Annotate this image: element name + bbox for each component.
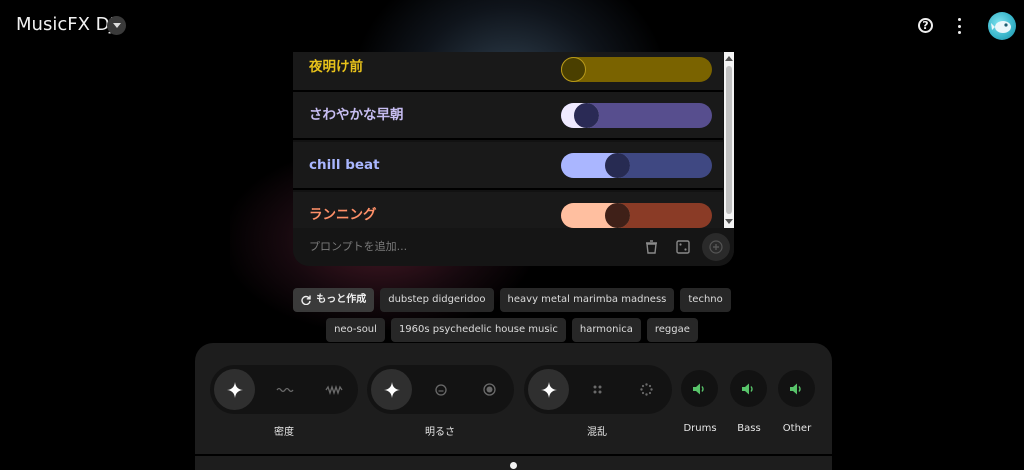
brightness-option-dim[interactable] <box>420 369 461 410</box>
playhead-dot[interactable] <box>510 462 517 469</box>
other-label: Other <box>782 423 812 434</box>
prompt-panel: 夜明け前 さわやかな早朝 chill beat ランニング プロンプトを追加... <box>293 52 734 266</box>
more-suggestions-label: もっと作成 <box>316 294 367 305</box>
volume-icon <box>789 383 801 394</box>
slider-thumb[interactable] <box>573 102 599 128</box>
other-volume-button[interactable] <box>778 370 815 407</box>
suggestion-chip[interactable]: harmonica <box>571 318 641 342</box>
chevron-down-icon <box>112 23 121 28</box>
suggestion-chip[interactable]: neo-soul <box>326 318 385 342</box>
add-prompt-input[interactable]: プロンプトを追加... <box>309 228 407 266</box>
trash-icon[interactable] <box>645 240 658 254</box>
density-option-sparkle[interactable] <box>214 369 255 410</box>
sparkle-icon <box>226 381 243 398</box>
prompt-label[interactable]: さわやかな早朝 <box>309 92 404 138</box>
help-icon[interactable]: ? <box>918 18 933 33</box>
suggestion-chip[interactable]: dubstep didgeridoo <box>380 288 494 312</box>
prompt-weight-slider[interactable] <box>561 202 712 228</box>
squiggle-icon <box>324 384 343 395</box>
scroll-up-arrow-icon[interactable] <box>725 56 733 61</box>
drums-volume-button[interactable] <box>681 370 718 407</box>
title-dropdown-button[interactable] <box>107 16 126 35</box>
prompt-label[interactable]: chill beat <box>309 142 380 188</box>
add-prompt-button[interactable] <box>702 233 730 261</box>
suggestion-chips-row-2: neo-soul 1960s psychedelic house music har… <box>0 318 1024 342</box>
brightness-option-bright[interactable] <box>469 369 510 410</box>
controls-panel: 密度 明るさ 混乱 Drums Bass Other <box>195 343 832 470</box>
sparkle-icon <box>540 381 557 398</box>
sparkle-icon <box>383 381 400 398</box>
dice-icon[interactable] <box>676 240 690 254</box>
brightness-option-sparkle[interactable] <box>371 369 412 410</box>
prompt-row: 夜明け前 <box>293 52 723 92</box>
avatar-face-icon <box>991 21 1011 33</box>
prompt-label[interactable]: 夜明け前 <box>309 52 363 90</box>
chaos-label: 混乱 <box>587 427 607 438</box>
prompt-weight-slider[interactable] <box>561 56 712 82</box>
wave-icon <box>275 387 294 392</box>
add-prompt-row: プロンプトを追加... <box>293 228 734 266</box>
brightness-label: 明るさ <box>425 427 455 438</box>
volume-icon <box>741 383 753 394</box>
chaos-selector <box>524 365 672 414</box>
suggestion-chip[interactable]: 1960s psychedelic house music <box>390 318 566 342</box>
target-icon <box>483 383 496 396</box>
prompt-row: chill beat <box>293 142 723 190</box>
prompt-scrollbar[interactable] <box>724 52 734 228</box>
suggestion-chip[interactable]: reggae <box>646 318 698 342</box>
face-icon <box>434 383 447 396</box>
density-label: 密度 <box>274 427 294 438</box>
avatar[interactable] <box>988 12 1016 40</box>
prompt-weight-slider[interactable] <box>561 102 712 128</box>
suggestion-chips-row-1: もっと作成 dubstep didgeridoo heavy metal mari… <box>0 288 1024 312</box>
chaos-option-low[interactable] <box>577 369 618 410</box>
slider-thumb[interactable] <box>605 152 631 178</box>
slider-thumb[interactable] <box>561 56 586 82</box>
grid-icon <box>593 385 602 394</box>
chaos-option-sparkle[interactable] <box>528 369 569 410</box>
brightness-selector <box>367 365 514 414</box>
suggestion-chip[interactable]: heavy metal marimba madness <box>499 288 675 312</box>
density-option-low[interactable] <box>264 369 305 410</box>
top-bar: MusicFX DJ ? <box>0 0 1024 54</box>
bass-volume-button[interactable] <box>730 370 767 407</box>
scatter-icon <box>640 383 653 396</box>
add-icon <box>709 240 723 254</box>
more-suggestions-button[interactable]: もっと作成 <box>293 288 375 312</box>
refresh-icon <box>301 295 311 305</box>
density-selector <box>210 365 358 414</box>
scroll-thumb[interactable] <box>726 66 732 214</box>
app-title: MusicFX DJ <box>16 14 115 35</box>
progress-divider <box>195 454 832 456</box>
suggestion-chip[interactable]: techno <box>680 288 731 312</box>
density-option-high[interactable] <box>313 369 354 410</box>
prompt-row: さわやかな早朝 <box>293 92 723 140</box>
scroll-down-arrow-icon[interactable] <box>725 219 733 224</box>
prompt-weight-slider[interactable] <box>561 152 712 178</box>
slider-thumb[interactable] <box>605 202 631 228</box>
more-vert-icon[interactable] <box>956 16 962 36</box>
chaos-option-high[interactable] <box>626 369 667 410</box>
volume-icon <box>692 383 704 394</box>
